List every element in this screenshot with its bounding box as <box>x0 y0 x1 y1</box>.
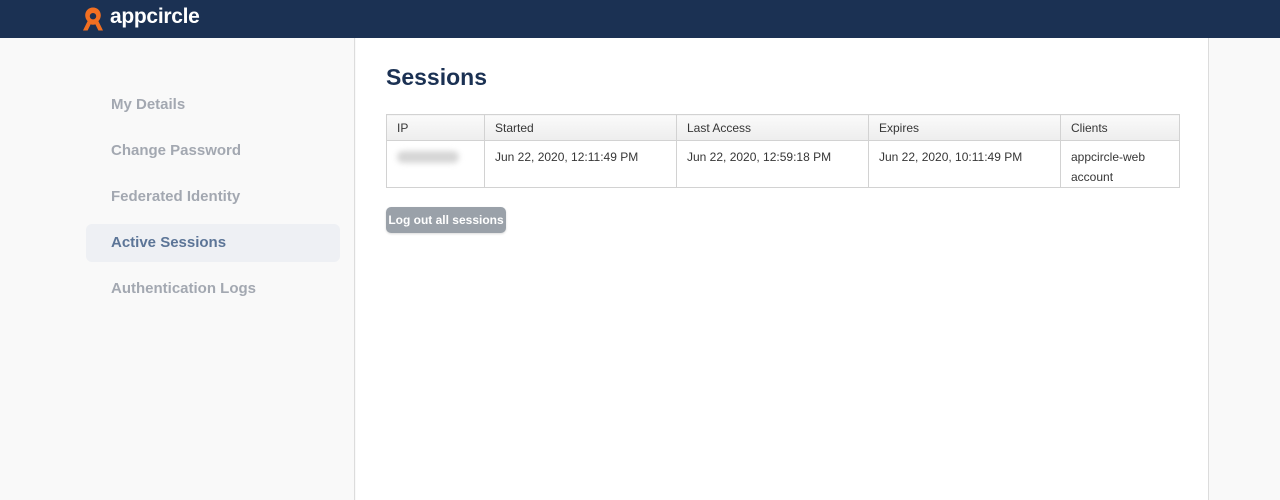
client-name: account <box>1071 170 1114 184</box>
page-title: Sessions <box>386 64 487 90</box>
table-header-row: IP Started Last Access Expires Clients <box>386 114 1180 141</box>
brand-name: appcircle <box>110 5 200 28</box>
cell-expires: Jun 22, 2020, 10:11:49 PM <box>868 140 1061 188</box>
cell-clients: appcircle-web account <box>1060 140 1180 188</box>
column-header-ip: IP <box>386 114 485 141</box>
sidebar-item-active-sessions[interactable]: Active Sessions <box>86 224 340 262</box>
appcircle-logo-icon <box>83 7 103 31</box>
sidebar-item-federated-identity[interactable]: Federated Identity <box>86 178 340 216</box>
account-sidebar: My Details Change Password Federated Ide… <box>0 38 355 500</box>
sidebar-item-authentication-logs[interactable]: Authentication Logs <box>86 270 340 308</box>
brand-logo[interactable]: appcircle <box>80 5 200 33</box>
sidebar-item-my-details[interactable]: My Details <box>86 86 340 124</box>
table-row: Jun 22, 2020, 12:11:49 PM Jun 22, 2020, … <box>386 140 1180 188</box>
column-header-expires: Expires <box>868 114 1061 141</box>
sidebar-item-change-password[interactable]: Change Password <box>86 132 340 170</box>
sessions-table: IP Started Last Access Expires Clients J… <box>386 114 1180 188</box>
right-gutter <box>1210 38 1280 500</box>
main-content: Sessions IP Started Last Access Expires … <box>356 38 1209 500</box>
column-header-clients: Clients <box>1060 114 1180 141</box>
cell-ip <box>386 140 485 188</box>
client-name: appcircle-web <box>1071 150 1146 164</box>
logout-all-sessions-button[interactable]: Log out all sessions <box>386 207 506 233</box>
column-header-last-access: Last Access <box>676 114 869 141</box>
column-header-started: Started <box>484 114 677 141</box>
cell-last-access: Jun 22, 2020, 12:59:18 PM <box>676 140 869 188</box>
cell-started: Jun 22, 2020, 12:11:49 PM <box>484 140 677 188</box>
top-navigation-bar: appcircle <box>0 0 1280 38</box>
redacted-ip-address <box>397 151 459 163</box>
